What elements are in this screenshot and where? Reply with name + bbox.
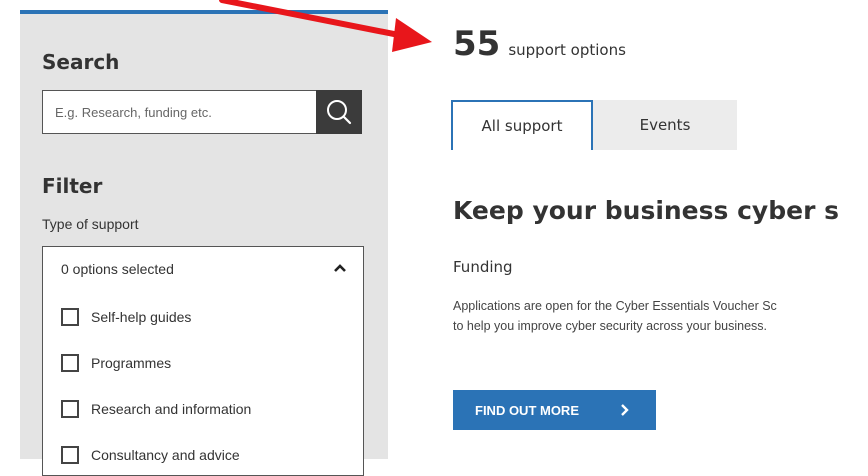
results-count: 55 support options bbox=[453, 24, 626, 64]
card-description-line: to help you improve cyber security acros… bbox=[453, 319, 768, 333]
option-consultancy-and-advice[interactable]: Consultancy and advice bbox=[61, 443, 240, 467]
option-label: Programmes bbox=[91, 355, 172, 371]
sidebar: Search Filter Type of support 0 options … bbox=[20, 10, 388, 476]
checkbox[interactable] bbox=[61, 308, 79, 326]
type-of-support-label: Type of support bbox=[42, 216, 139, 232]
search-box bbox=[42, 90, 362, 134]
find-out-more-button[interactable]: FIND OUT MORE bbox=[453, 390, 656, 430]
chevron-up-icon bbox=[334, 264, 346, 272]
results-count-number: 55 bbox=[453, 24, 501, 64]
search-input[interactable] bbox=[43, 91, 315, 133]
option-self-help-guides[interactable]: Self-help guides bbox=[61, 305, 191, 329]
checkbox[interactable] bbox=[61, 400, 79, 418]
card-tag: Funding bbox=[453, 258, 513, 276]
card-description-line: Applications are open for the Cyber Esse… bbox=[453, 299, 777, 313]
filter-heading: Filter bbox=[42, 174, 103, 198]
options-selected-text: 0 options selected bbox=[61, 261, 174, 277]
search-button[interactable] bbox=[316, 90, 362, 134]
chevron-right-icon bbox=[621, 404, 629, 416]
find-out-more-label: FIND OUT MORE bbox=[475, 402, 579, 418]
multiselect-toggle[interactable]: 0 options selected bbox=[43, 247, 363, 293]
tab-events[interactable]: Events bbox=[593, 100, 737, 150]
search-icon bbox=[327, 100, 352, 125]
option-research-and-information[interactable]: Research and information bbox=[61, 397, 251, 421]
card-description: Applications are open for the Cyber Esse… bbox=[453, 296, 777, 336]
tab-all-support[interactable]: All support bbox=[451, 100, 593, 150]
checkbox[interactable] bbox=[61, 446, 79, 464]
type-of-support-multiselect: 0 options selected Self-help guides Prog… bbox=[42, 246, 364, 476]
results-count-label: support options bbox=[508, 41, 626, 59]
card-title[interactable]: Keep your business cyber s bbox=[453, 196, 839, 225]
option-label: Self-help guides bbox=[91, 309, 192, 325]
checkbox[interactable] bbox=[61, 354, 79, 372]
search-heading: Search bbox=[42, 50, 120, 74]
option-label: Research and information bbox=[91, 401, 252, 417]
option-programmes[interactable]: Programmes bbox=[61, 351, 171, 375]
option-label: Consultancy and advice bbox=[91, 447, 240, 463]
